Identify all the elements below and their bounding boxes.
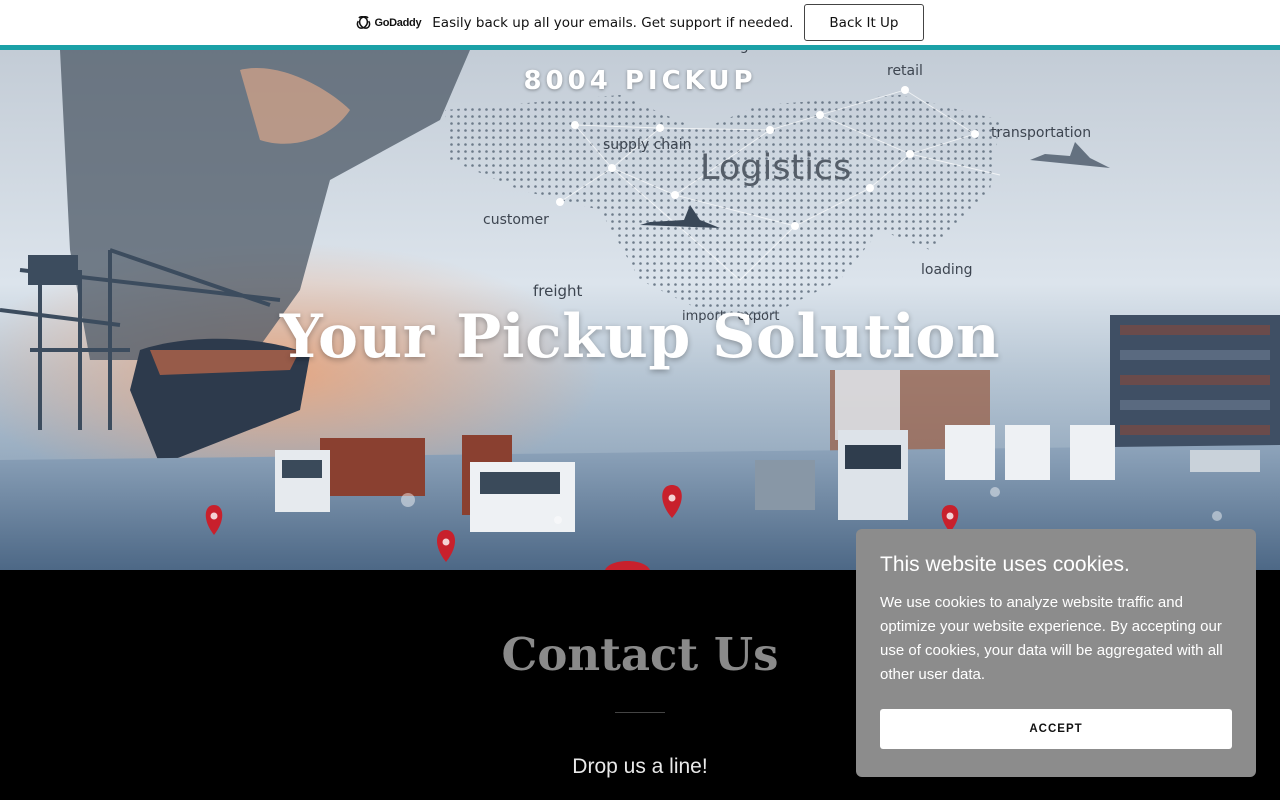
bg-word-supply-chain: supply chain bbox=[603, 137, 692, 153]
bg-word-transportation: transportation bbox=[991, 125, 1092, 141]
contact-divider bbox=[615, 712, 665, 713]
bg-word-freight: freight bbox=[533, 282, 583, 300]
bg-word-loading: loading bbox=[921, 262, 973, 278]
site-title[interactable]: 8004 PICKUP bbox=[0, 66, 1280, 96]
godaddy-logo-icon bbox=[357, 15, 371, 29]
accept-cookies-button[interactable]: ACCEPT bbox=[880, 709, 1232, 749]
bg-word-cargo: cargo bbox=[718, 50, 757, 54]
cookie-banner-title: This website uses cookies. bbox=[880, 553, 1130, 576]
godaddy-logo-text: GoDaddy bbox=[374, 16, 422, 29]
cookie-banner-body: We use cookies to analyze website traffi… bbox=[880, 594, 1223, 683]
cookie-banner: This website uses cookies. We use cookie… bbox=[856, 529, 1256, 777]
hero-headline: Your Pickup Solution bbox=[279, 302, 1001, 372]
promo-bar: GoDaddy Easily back up all your emails. … bbox=[0, 0, 1280, 45]
promo-message: Easily back up all your emails. Get supp… bbox=[432, 14, 794, 31]
godaddy-logo[interactable]: GoDaddy bbox=[356, 15, 422, 30]
bg-word-logistics: Logistics bbox=[700, 148, 852, 188]
bg-word-customer: customer bbox=[483, 212, 549, 228]
back-it-up-button[interactable]: Back It Up bbox=[804, 4, 924, 41]
hero-section: cargo retail supply chain transportation… bbox=[0, 50, 1280, 570]
